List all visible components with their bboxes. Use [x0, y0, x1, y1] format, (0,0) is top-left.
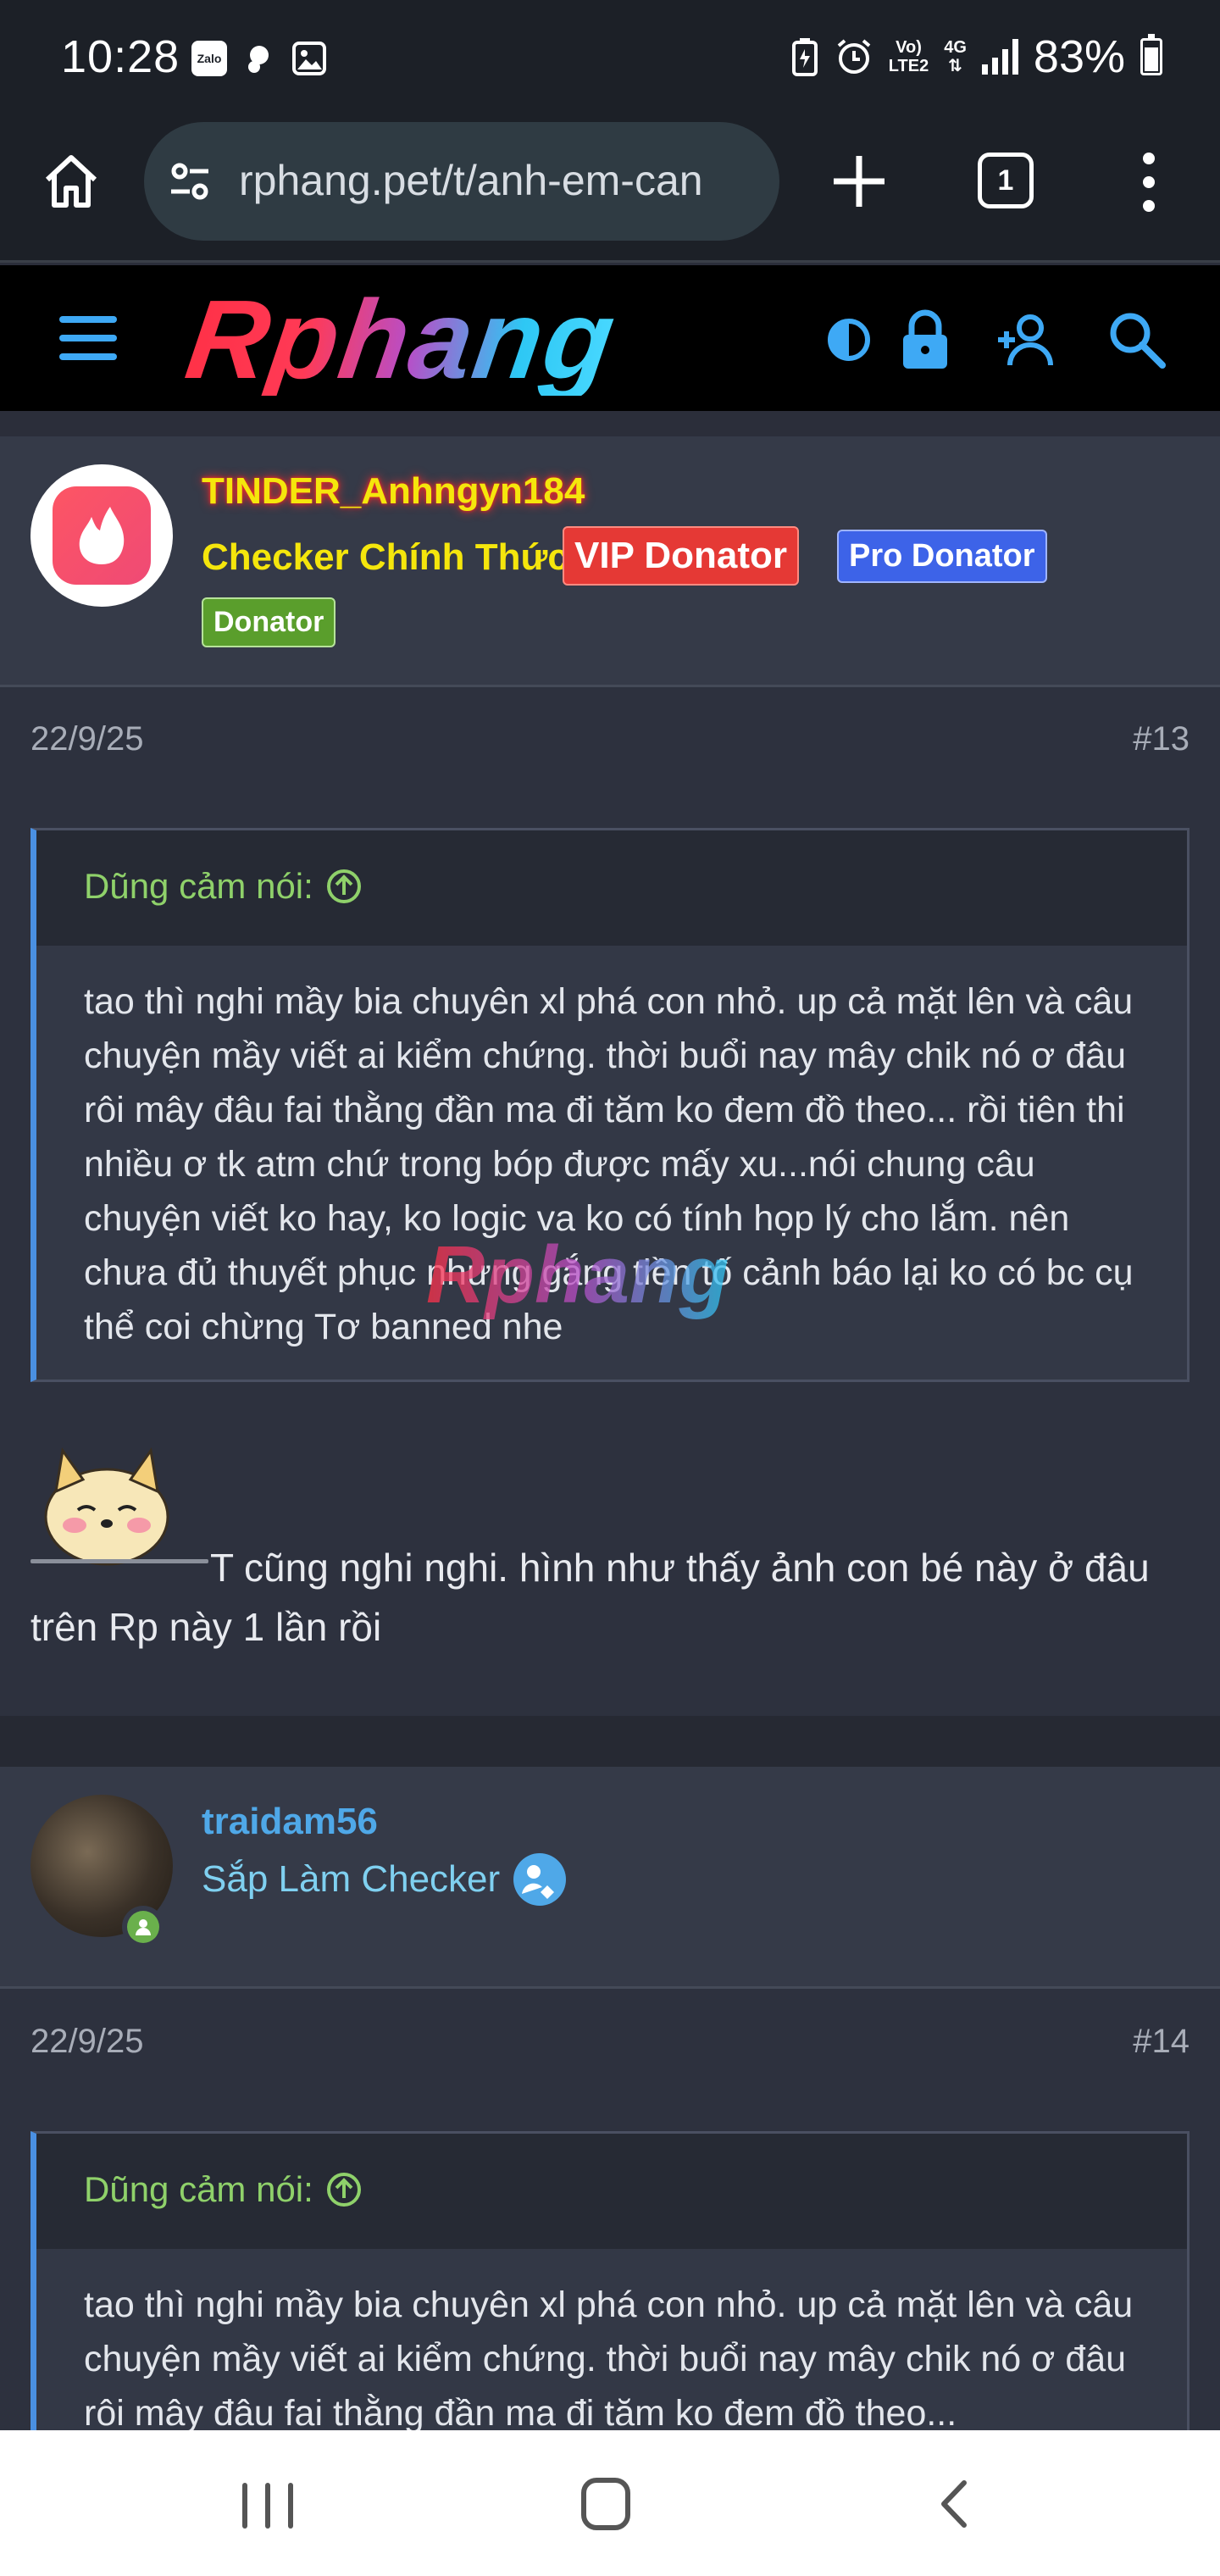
quote-author[interactable]: Dũng cảm nói:: [84, 866, 363, 907]
home-button[interactable]: [39, 149, 103, 214]
post-message: T cũng nghi nghi. hình như thấy ảnh con …: [30, 1546, 1150, 1649]
post-13: TINDER_Anhngyn184 Checker Chính Thức VIP…: [0, 436, 1220, 1716]
user-title: Checker Chính Thức: [202, 536, 568, 578]
new-tab-icon[interactable]: [822, 144, 896, 219]
badge-vip-donator: VIP Donator: [563, 526, 800, 586]
address-bar[interactable]: rphang.pet/t/anh-em-can: [144, 122, 779, 241]
post-14: traidam56 Sắp Làm Checker 22/9/25 #14 Dũ…: [0, 1767, 1220, 2430]
battery-icon: [1140, 34, 1162, 75]
search-icon[interactable]: [1103, 306, 1171, 374]
quote-author[interactable]: Dũng cảm nói:: [84, 2169, 363, 2210]
page-info-icon[interactable]: [166, 158, 214, 205]
network-volte: Vo) LTE2: [889, 38, 929, 75]
add-user-icon[interactable]: [993, 306, 1061, 374]
quote-block: Dũng cảm nói: tao thì nghi mầy bia chuyê…: [30, 2131, 1190, 2430]
battery-percent: 83%: [1033, 31, 1125, 82]
post-username[interactable]: traidam56: [202, 1801, 378, 1843]
avatar[interactable]: [30, 464, 173, 607]
browser-toolbar: rphang.pet/t/anh-em-can 1: [0, 114, 1220, 263]
tinder-logo-icon: [53, 486, 151, 585]
status-bar: 10:28 Zalo Vo) LTE2 4G ⇅ 83%: [0, 0, 1220, 114]
post-date[interactable]: 22/9/25: [30, 720, 143, 758]
zalo-label: Zalo: [197, 52, 222, 65]
quote-header: Dũng cảm nói:: [36, 830, 1187, 946]
online-status-icon: [122, 1906, 164, 1948]
alarm-icon: [837, 39, 871, 74]
post-username[interactable]: TINDER_Anhngyn184: [202, 470, 585, 513]
site-logo[interactable]: Rphang: [180, 277, 624, 402]
gallery-icon: [292, 42, 326, 75]
quote-author-name: Dũng cảm nói:: [84, 2169, 313, 2209]
battery-saver-icon: [791, 38, 818, 76]
verified-checker-icon: [513, 1853, 566, 1906]
network-4g-label: 4G: [944, 38, 967, 57]
watermark-logo: Rphang: [426, 1230, 729, 1320]
url-text[interactable]: rphang.pet/t/anh-em-can: [239, 156, 756, 205]
lock-icon[interactable]: [891, 306, 959, 374]
menu-icon[interactable]: [59, 316, 117, 360]
more-menu-icon[interactable]: [1132, 153, 1166, 212]
quote-author-name: Dũng cảm nói:: [84, 866, 313, 906]
tab-count: 1: [997, 164, 1014, 197]
home-nav-button[interactable]: [581, 2478, 630, 2530]
notification-icons: Zalo: [191, 41, 327, 76]
post-user-header: traidam56 Sắp Làm Checker: [0, 1767, 1220, 1989]
site-header: Rphang: [0, 265, 1220, 411]
post-date[interactable]: 22/9/25: [30, 2023, 143, 2061]
post-separator: [0, 1716, 1220, 1767]
badge-pro-donator: Pro Donator: [837, 530, 1047, 583]
data-arrows-icon: ⇅: [948, 57, 962, 75]
arrow-up-circle-icon[interactable]: [325, 868, 363, 905]
quote-block: Dũng cảm nói: tao thì nghi mầy bia chuyê…: [30, 828, 1190, 1382]
system-nav-bar: [0, 2430, 1220, 2576]
network-volte-bottom: LTE2: [888, 57, 929, 75]
tab-switcher-icon[interactable]: 1: [978, 153, 1034, 208]
network-4g: 4G ⇅: [944, 38, 967, 75]
quote-header: Dũng cảm nói:: [36, 2134, 1187, 2249]
badge-donator: Donator: [202, 597, 336, 647]
home-icon: [45, 155, 97, 208]
messenger-bubble-icon: [248, 46, 269, 73]
network-volte-top: Vo): [896, 38, 922, 57]
arrow-up-circle-icon[interactable]: [325, 2171, 363, 2208]
post-number[interactable]: #13: [1133, 720, 1190, 758]
status-right: Vo) LTE2 4G ⇅ 83%: [790, 31, 1162, 83]
post-number[interactable]: #14: [1133, 2023, 1190, 2061]
signal-icon: [981, 39, 1018, 75]
recents-button[interactable]: [242, 2483, 293, 2529]
back-button[interactable]: [930, 2478, 981, 2530]
theme-toggle-icon[interactable]: [815, 306, 883, 374]
zalo-icon: Zalo: [191, 41, 227, 76]
user-title: Sắp Làm Checker: [202, 1858, 501, 1900]
quote-text: tao thì nghi mầy bia chuyên xl phá con n…: [84, 2285, 1134, 2430]
status-time: 10:28: [61, 31, 180, 82]
post-user-header: TINDER_Anhngyn184 Checker Chính Thức VIP…: [0, 436, 1220, 687]
